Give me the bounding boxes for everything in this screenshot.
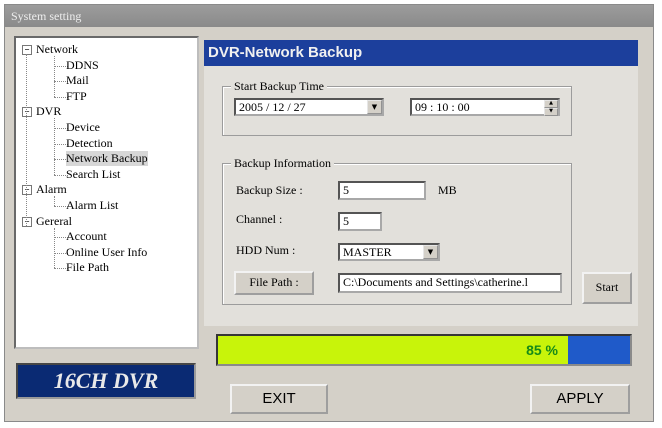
backup-progress-bar: 85 % [216,334,632,366]
tree-label: Account [66,229,107,244]
hdd-dropdown-arrow-icon[interactable]: ▼ [423,245,438,259]
spin-up-icon[interactable]: ▲ [544,100,558,108]
brand-logo: 16CH DVR [16,363,196,399]
tree-label: FTP [66,88,87,103]
backup-size-unit: MB [438,183,457,197]
tree-collapse-icon[interactable]: − [22,107,32,118]
date-dropdown-arrow-icon[interactable]: ▼ [367,100,382,114]
tree-connector [54,227,55,269]
backup-size-label: Backup Size : [236,183,303,197]
tree-item-detection[interactable]: Detection [66,136,113,151]
tree-collapse-icon[interactable]: − [22,216,32,227]
tree-label: DVR [36,104,62,119]
window-title: System setting [5,5,653,27]
channel-label: Channel : [236,212,283,226]
backup-date-value: 2005 / 12 / 27 [239,100,306,114]
file-path-button[interactable]: File Path : [234,271,314,295]
tree-item-online-user-info[interactable]: Online User Info [66,245,147,260]
tree-item-ftp[interactable]: FTP [66,89,87,104]
spin-down-icon[interactable]: ▼ [544,108,558,116]
tree-connector [26,54,27,226]
backup-size-input[interactable]: 5 [338,181,426,200]
tree-connector [54,118,55,175]
tree-label: Detection [66,135,113,150]
hdd-num-label: HDD Num : [236,243,296,257]
tree-connector [54,56,55,97]
tree-label: Alarm List [66,198,119,212]
file-path-input[interactable]: C:\Documents and Settings\catherine.l [338,273,562,293]
tree-label: File Path [66,260,110,275]
tree-item-ddns[interactable]: DDNS [66,58,99,73]
tree-collapse-icon[interactable]: − [22,185,32,196]
start-button[interactable]: Start [582,272,632,304]
tree-item-mail[interactable]: Mail [66,73,89,88]
backup-information-legend: Backup Information [231,156,334,170]
tree-label: Network Backup [66,151,148,166]
start-backup-time-legend: Start Backup Time [231,79,328,93]
hdd-num-value: MASTER [343,245,392,259]
tree-label: Network [36,42,78,56]
tree-item-alarm-list[interactable]: Alarm List [66,198,118,213]
tree-node-network[interactable]: Network [36,42,78,57]
tree-label: Mail [66,73,89,88]
backup-time-input[interactable]: 09 : 10 : 00 ▲ ▼ [410,98,560,116]
progress-percent-label: 85 % [526,342,558,358]
settings-tree[interactable]: − Network DDNS Mail FTP − DVR Device Detection Ne… [14,36,199,349]
tree-label: Search List [66,166,121,181]
tree-node-alarm[interactable]: Alarm [36,182,67,197]
tree-item-network-backup[interactable]: Network Backup [66,151,148,167]
tree-item-file-path[interactable]: File Path [66,260,109,275]
tree-item-device[interactable]: Device [66,120,100,135]
tree-label: DDNS [66,57,99,72]
panel-body: Start Backup Time 2005 / 12 / 27 ▼ 09 : … [204,66,638,326]
apply-button[interactable]: APPLY [530,384,630,414]
tree-item-search-list[interactable]: Search List [66,167,120,182]
tree-label: Alarm [36,182,67,197]
tree-label: Online User Info [66,244,148,259]
tree-item-account[interactable]: Account [66,229,107,244]
tree-connector [54,196,55,206]
tree-label: Gereral [36,213,72,228]
tree-node-gereral[interactable]: Gereral [36,214,72,229]
channel-input[interactable]: 5 [338,212,382,231]
tree-collapse-icon[interactable]: − [22,45,32,55]
tree-label: Device [66,120,100,134]
backup-date-select[interactable]: 2005 / 12 / 27 ▼ [234,98,384,116]
tree-node-dvr[interactable]: DVR [36,104,61,119]
hdd-num-select[interactable]: MASTER ▼ [338,243,440,261]
backup-time-value: 09 : 10 : 00 [415,100,470,114]
panel-title: DVR-Network Backup [204,40,638,66]
exit-button[interactable]: EXIT [230,384,328,414]
time-spinner[interactable]: ▲ ▼ [544,100,558,116]
